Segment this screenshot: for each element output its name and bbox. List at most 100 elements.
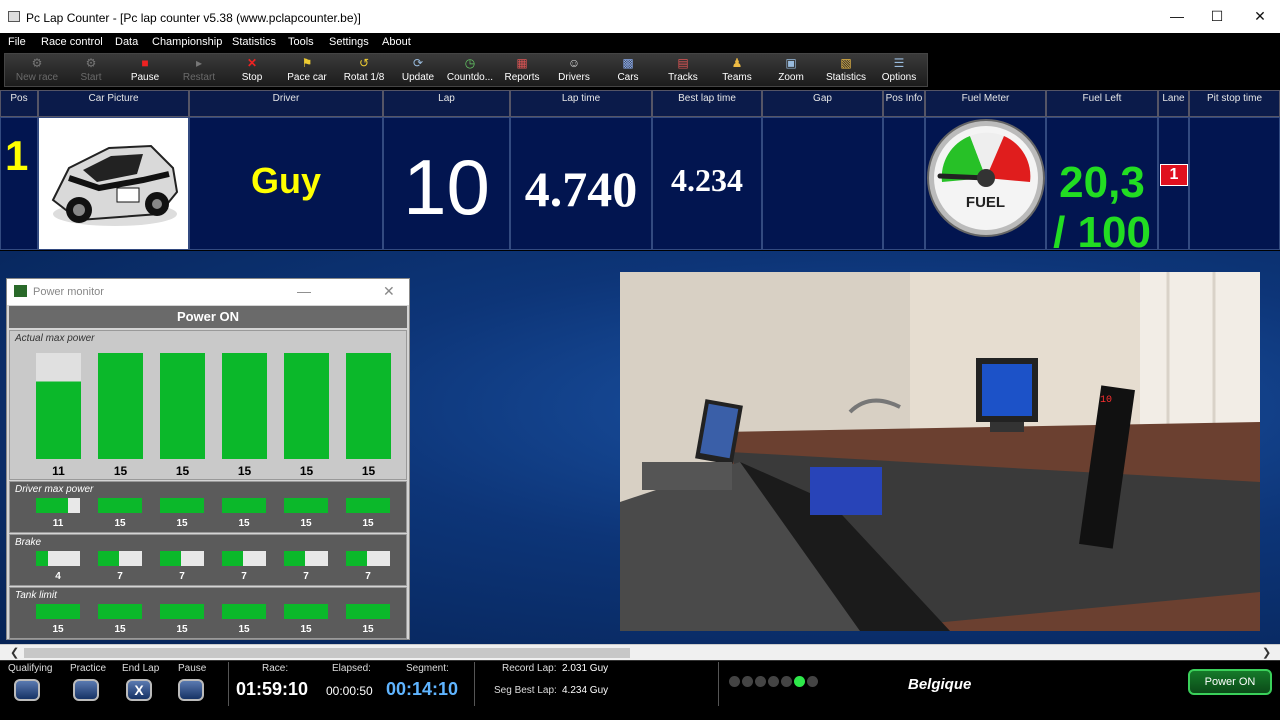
actual-power-bar: [36, 353, 81, 459]
horizontal-scrollbar[interactable]: ❮ ❯: [0, 644, 1280, 660]
menu-bar: File Race control Data Championship Stat…: [0, 33, 1280, 51]
statistics-button[interactable]: ▧ Statistics: [819, 54, 873, 88]
countdown-button[interactable]: ◷ Countdo...: [443, 54, 497, 88]
restart-button[interactable]: ▸ Restart: [173, 54, 225, 88]
rotate-button[interactable]: ↺ Rotat 1/8: [335, 54, 393, 88]
segment-label: Segment:: [406, 663, 449, 674]
driver-max-power-bar: [36, 498, 80, 513]
driver-max-power-value: 15: [114, 518, 126, 529]
actual-power-value: 15: [237, 464, 252, 478]
lap-time: 4.740: [524, 161, 638, 217]
driver-max-power-bar: [160, 498, 204, 513]
position-number: 1: [5, 132, 29, 179]
power-on-button[interactable]: Power ON: [1188, 669, 1272, 695]
drivers-icon: ☺: [567, 56, 581, 70]
brake-bar-fill: [222, 551, 243, 566]
menu-about[interactable]: About: [382, 36, 411, 48]
tracks-icon: ▤: [677, 56, 689, 70]
start-light-3: [755, 676, 766, 687]
pause-status-button[interactable]: [178, 679, 204, 701]
menu-statistics[interactable]: Statistics: [232, 36, 276, 48]
pause-button[interactable]: ■ Pause: [117, 54, 173, 88]
car-picture: [38, 117, 189, 250]
tank-limit-bar: [284, 604, 328, 619]
brake-value: 7: [117, 571, 123, 582]
drivers-button[interactable]: ☺ Drivers: [547, 54, 601, 88]
power-monitor-window: Power monitor — ✕ Power ON Actual max po…: [6, 278, 410, 640]
tank-limit-bar-fill: [222, 604, 266, 619]
start-light-1: [729, 676, 740, 687]
reports-button[interactable]: ▦ Reports: [497, 54, 547, 88]
actual-power-bar: [346, 353, 391, 459]
pace-car-icon: ⚑: [301, 56, 313, 70]
actual-power-value: 15: [299, 464, 314, 478]
actual-power-value: 15: [175, 464, 190, 478]
header-gap: Gap: [762, 90, 883, 117]
brake-label: Brake: [15, 537, 42, 548]
brake-value: 7: [179, 571, 185, 582]
new-race-button[interactable]: ⚙ New race: [9, 54, 65, 88]
actual-power-value: 15: [113, 464, 128, 478]
brake-bar-fill: [284, 551, 305, 566]
brake-bar: [98, 551, 142, 566]
menu-race-control[interactable]: Race control: [41, 36, 103, 48]
menu-file[interactable]: File: [8, 36, 26, 48]
brake-bar: [36, 551, 80, 566]
zoom-button[interactable]: ▣ Zoom: [763, 54, 819, 88]
minimize-icon[interactable]: —: [1162, 6, 1192, 26]
menu-championship[interactable]: Championship: [152, 36, 222, 48]
camera-feed: 10: [620, 272, 1260, 631]
tank-limit-bar: [36, 604, 80, 619]
scroll-right-icon[interactable]: ❯: [1262, 646, 1271, 659]
status-divider-3: [718, 662, 719, 706]
power-monitor-icon: [14, 285, 27, 297]
cell-pos-info: [883, 117, 925, 250]
qualifying-button[interactable]: [14, 679, 40, 701]
driver-max-power-bar-fill: [98, 498, 142, 513]
header-fuel-meter: Fuel Meter: [925, 90, 1046, 117]
brake-value: 4: [55, 571, 61, 582]
menu-tools[interactable]: Tools: [288, 36, 314, 48]
tank-limit-value: 15: [176, 624, 188, 635]
start-light-6: [794, 676, 805, 687]
driver-max-power-bar-fill: [160, 498, 204, 513]
options-button[interactable]: ☰ Options: [873, 54, 925, 88]
driver-max-power-value: 11: [52, 518, 64, 529]
cell-fuel-meter: FUEL: [925, 117, 1046, 250]
driver-max-power-label: Driver max power: [15, 484, 94, 495]
actual-power-bar: [160, 353, 205, 459]
maximize-icon[interactable]: ☐: [1202, 6, 1232, 26]
practice-button[interactable]: [73, 679, 99, 701]
start-button[interactable]: ⚙ Start: [65, 54, 117, 88]
teams-button[interactable]: ♟ Teams: [711, 54, 763, 88]
power-monitor-minimize-icon[interactable]: —: [297, 283, 311, 299]
menu-settings[interactable]: Settings: [329, 36, 369, 48]
brake-value: 7: [303, 571, 309, 582]
stop-button[interactable]: ✕ Stop: [225, 54, 279, 88]
cell-gap: [762, 117, 883, 250]
end-lap-button[interactable]: X: [126, 679, 152, 701]
start-light-7: [807, 676, 818, 687]
tracks-button[interactable]: ▤ Tracks: [655, 54, 711, 88]
driver-max-power-value: 15: [362, 518, 374, 529]
power-monitor-title: Power monitor: [33, 286, 104, 298]
tank-limit-bar: [346, 604, 390, 619]
brake-bar: [284, 551, 328, 566]
tank-limit-bar-fill: [284, 604, 328, 619]
tank-limit-bar: [222, 604, 266, 619]
cars-button[interactable]: ▩ Cars: [601, 54, 655, 88]
menu-data[interactable]: Data: [115, 36, 138, 48]
brake-value: 7: [241, 571, 247, 582]
pause-label: Pause: [178, 663, 207, 674]
new-race-icon: ⚙: [31, 56, 43, 70]
status-divider: [228, 662, 229, 706]
power-monitor-close-icon[interactable]: ✕: [383, 283, 395, 300]
scrollbar-thumb[interactable]: [24, 648, 630, 658]
update-icon: ⟳: [412, 56, 424, 70]
scroll-left-icon[interactable]: ❮: [10, 646, 19, 659]
brake-bar-fill: [98, 551, 119, 566]
update-button[interactable]: ⟳ Update: [393, 54, 443, 88]
close-icon[interactable]: ✕: [1245, 6, 1275, 26]
elapsed-label: Elapsed:: [332, 663, 371, 674]
pace-car-button[interactable]: ⚑ Pace car: [279, 54, 335, 88]
